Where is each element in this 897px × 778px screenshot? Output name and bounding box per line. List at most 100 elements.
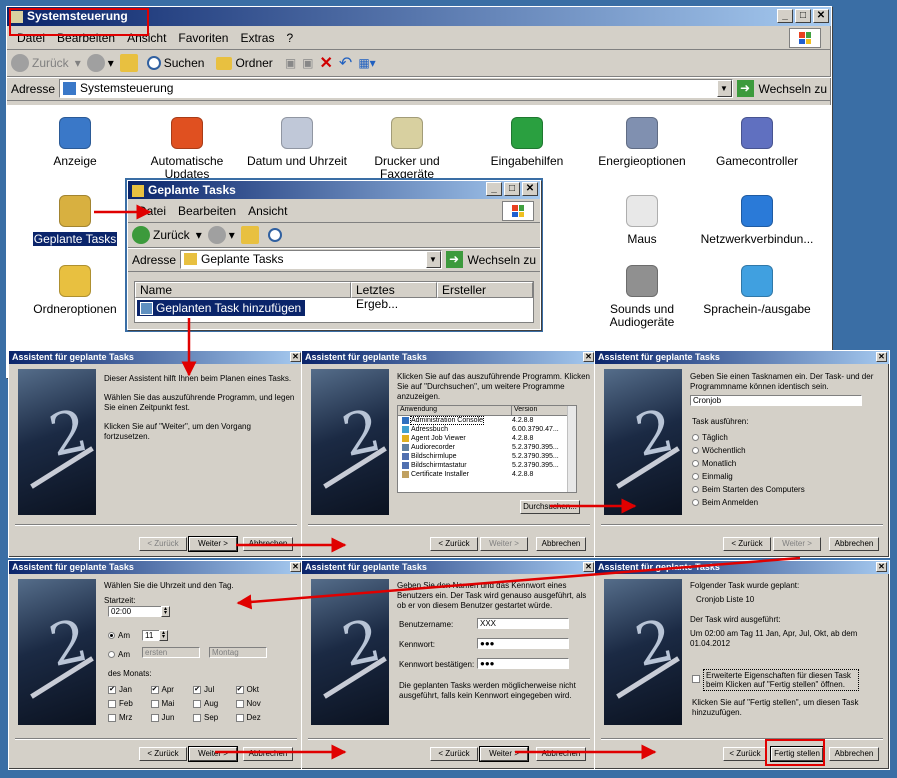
wizard-titlebar[interactable]: Assistent für geplante Tasks ✕ bbox=[302, 351, 596, 364]
program-list-item[interactable]: Agent Job Viewer 4.2.8.8 bbox=[398, 434, 576, 443]
checkbox[interactable] bbox=[150, 699, 159, 708]
column-creator[interactable]: Ersteller bbox=[437, 282, 533, 298]
cancel-button[interactable]: Abbrechen bbox=[536, 747, 586, 761]
program-list-item[interactable]: Bildschirmlupe 5.2.3790.395... bbox=[398, 452, 576, 461]
program-list-item[interactable]: Certificate Installer 4.2.8.8 bbox=[398, 470, 576, 479]
checkbox[interactable] bbox=[193, 699, 201, 708]
tasks-menu-datei[interactable]: Datei bbox=[132, 204, 172, 218]
cp-item-ordneroptionen[interactable]: Ordneroptionen bbox=[15, 265, 135, 316]
program-list-item[interactable]: Audiorecorder 5.2.3790.395... bbox=[398, 443, 576, 452]
tasks-forward-button[interactable]: ▾ bbox=[207, 226, 235, 244]
tasks-address-field[interactable]: Geplante Tasks ▼ bbox=[180, 250, 442, 269]
month-checkbox[interactable]: Sep bbox=[193, 713, 236, 722]
checkbox[interactable] bbox=[193, 713, 201, 722]
tasks-go-button[interactable]: ➜ Wechseln zu bbox=[445, 251, 536, 268]
cancel-button[interactable]: Abbrechen bbox=[243, 537, 293, 551]
am-week-option[interactable]: Am bbox=[108, 650, 130, 659]
month-checkbox[interactable]: ✔ Okt bbox=[235, 685, 279, 694]
month-checkbox[interactable]: ✔ Apr bbox=[150, 685, 194, 694]
browse-button[interactable]: Durchsuchen... bbox=[520, 500, 580, 514]
scheduled-tasks-titlebar[interactable]: Geplante Tasks _ □ ✕ bbox=[128, 181, 540, 199]
month-checkbox[interactable]: Dez bbox=[235, 713, 279, 722]
username-input[interactable]: XXX bbox=[477, 618, 569, 629]
cp-item-sounds-und-audiogeräte[interactable]: Sounds und Audiogeräte bbox=[582, 265, 702, 329]
wizard-titlebar[interactable]: Assistent für geplante Tasks ✕ bbox=[9, 351, 303, 364]
wizard-titlebar[interactable]: Assistent für geplante Tasks ✕ bbox=[595, 351, 889, 364]
start-time-input[interactable]: 02:00 bbox=[108, 606, 168, 617]
back-button[interactable]: < Zurück bbox=[723, 747, 767, 761]
menu-extras[interactable]: Extras bbox=[234, 31, 280, 45]
schedule-option[interactable]: Monatlich bbox=[692, 457, 805, 470]
up-folder-button[interactable] bbox=[119, 54, 141, 72]
minimize-button[interactable]: _ bbox=[777, 9, 793, 23]
start-time-spinner[interactable]: ▴ ▾ bbox=[161, 606, 170, 617]
wizard-titlebar[interactable]: Assistent für geplante Tasks ✕ bbox=[595, 561, 889, 574]
address-field[interactable]: Systemsteuerung ▼ bbox=[59, 79, 733, 98]
checkbox[interactable] bbox=[108, 713, 116, 722]
tasks-maximize-button[interactable]: □ bbox=[504, 182, 520, 196]
next-button[interactable]: Weiter > bbox=[773, 537, 821, 551]
wizard-close-button[interactable]: ✕ bbox=[290, 562, 301, 572]
checkbox[interactable]: ✔ bbox=[108, 685, 116, 694]
confirm-password-input[interactable]: ●●● bbox=[477, 658, 569, 669]
program-list[interactable]: Anwendung Version Administration Console 4… bbox=[397, 405, 577, 493]
tasks-menu-ansicht[interactable]: Ansicht bbox=[242, 204, 293, 218]
month-checkbox[interactable]: Nov bbox=[235, 699, 279, 708]
wizard-close-button[interactable]: ✕ bbox=[583, 352, 594, 362]
cancel-button[interactable]: Abbrechen bbox=[536, 537, 586, 551]
month-checkbox[interactable]: Feb bbox=[108, 699, 151, 708]
back-button[interactable]: Zurück ▾ bbox=[11, 54, 81, 72]
tasks-address-dropdown[interactable]: ▼ bbox=[425, 251, 441, 268]
wizard-close-button[interactable]: ✕ bbox=[290, 352, 301, 362]
address-dropdown-button[interactable]: ▼ bbox=[716, 80, 732, 97]
tasks-search-button[interactable] bbox=[267, 228, 285, 242]
cp-item-gamecontroller[interactable]: Gamecontroller bbox=[697, 117, 817, 168]
tasks-back-button[interactable]: Zurück ▾ bbox=[132, 226, 202, 244]
add-task-row[interactable]: Geplanten Task hinzufügen bbox=[137, 300, 306, 316]
task-name-input[interactable]: Cronjob bbox=[690, 395, 862, 406]
cancel-button[interactable]: Abbrechen bbox=[829, 537, 879, 551]
cancel-button[interactable]: Abbrechen bbox=[829, 747, 879, 761]
schedule-option[interactable]: Beim Starten des Computers bbox=[692, 483, 805, 496]
maximize-button[interactable]: □ bbox=[795, 9, 811, 23]
cp-item-netzwerkverbindun[interactable]: Netzwerkverbindun... bbox=[697, 195, 817, 246]
wizard-close-button[interactable]: ✕ bbox=[583, 562, 594, 572]
checkbox[interactable] bbox=[108, 699, 116, 708]
checkbox[interactable]: ✔ bbox=[235, 685, 244, 694]
column-name[interactable]: Name bbox=[135, 282, 351, 298]
back-button[interactable]: < Zurück bbox=[430, 537, 478, 551]
cancel-button[interactable]: Abbrechen bbox=[243, 747, 293, 761]
back-button[interactable]: < Zurück bbox=[723, 537, 771, 551]
month-checkbox[interactable]: Mrz bbox=[108, 713, 151, 722]
month-checkbox[interactable]: Jun bbox=[150, 713, 194, 722]
next-button[interactable]: Weiter > bbox=[480, 537, 528, 551]
checkbox[interactable]: ✔ bbox=[193, 685, 201, 694]
schedule-option[interactable]: Beim Anmelden bbox=[692, 496, 805, 509]
schedule-option[interactable]: Wöchentlich bbox=[692, 444, 805, 457]
go-button[interactable]: ➜ Wechseln zu bbox=[736, 80, 827, 97]
day-spinner[interactable]: ▴ ▾ bbox=[159, 630, 168, 641]
month-checkbox[interactable]: Mai bbox=[150, 699, 194, 708]
column-last-result[interactable]: Letztes Ergeb... bbox=[351, 282, 437, 311]
delete-button[interactable]: ✕ bbox=[320, 53, 333, 73]
back-button[interactable]: < Zurück bbox=[139, 747, 187, 761]
next-button[interactable]: Weiter > bbox=[479, 746, 529, 762]
next-button[interactable]: Weiter > bbox=[188, 536, 238, 552]
checkbox[interactable] bbox=[150, 713, 159, 722]
password-input[interactable]: ●●● bbox=[477, 638, 569, 649]
cp-item-eingabehilfen[interactable]: Eingabehilfen bbox=[467, 117, 587, 168]
menu-favoriten[interactable]: Favoriten bbox=[172, 31, 234, 45]
close-button[interactable]: ✕ bbox=[813, 9, 829, 23]
week-select[interactable]: ersten bbox=[142, 647, 200, 658]
tasks-close-button[interactable]: ✕ bbox=[522, 182, 538, 196]
cp-item-maus[interactable]: Maus bbox=[582, 195, 702, 246]
cp-item-drucker-und-faxgeräte[interactable]: Drucker und Faxgeräte bbox=[347, 117, 467, 181]
program-list-item[interactable]: Administration Console 4.2.8.8 bbox=[398, 416, 576, 425]
cp-item-energieoptionen[interactable]: Energieoptionen bbox=[582, 117, 702, 168]
next-button[interactable]: Weiter > bbox=[188, 746, 238, 762]
views-button[interactable]: ▦▾ bbox=[358, 56, 375, 70]
tasks-menu-bearbeiten[interactable]: Bearbeiten bbox=[172, 204, 242, 218]
tasks-up-button[interactable] bbox=[240, 226, 262, 244]
wizard-titlebar[interactable]: Assistent für geplante Tasks ✕ bbox=[9, 561, 303, 574]
advanced-properties-option[interactable]: Erweiterte Eigenschaften für diesen Task… bbox=[692, 669, 859, 691]
